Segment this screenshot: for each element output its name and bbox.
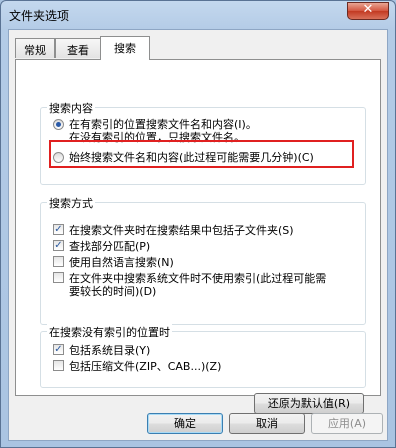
ok-button[interactable]: 确定 [147,413,223,434]
restore-defaults-button[interactable]: 还原为默认值(R) [254,393,364,414]
tab-general[interactable]: 常规 [15,38,55,58]
red-highlight-box [49,140,354,168]
title-bar: 文件夹选项 ✕ [1,1,395,29]
group-label: 在搜索没有索引的位置时 [47,324,172,340]
checkbox-compressed-files-label: 包括压缩文件(ZIP、CAB...)(Z) [69,360,222,373]
folder-options-window: 文件夹选项 ✕ 常规 查看 搜索 搜索内容 在有索引的位置搜索文件名和内容(I)… [0,0,396,448]
apply-button[interactable]: 应用(A) [311,413,383,434]
dialog-client: 常规 查看 搜索 搜索内容 在有索引的位置搜索文件名和内容(I)。 在没有索引的… [8,29,388,441]
checkbox-compressed-files[interactable] [53,360,64,371]
checkbox-partial-match-label: 查找部分匹配(P) [69,240,151,253]
checkbox-include-subfolders-label: 在搜索文件夹时在搜索结果中包括子文件夹(S) [69,224,294,237]
checkbox-system-dirs-label: 包括系统目录(Y) [69,344,151,357]
close-icon: ✕ [362,2,374,17]
cancel-button[interactable]: 取消 [229,413,305,434]
radio-selected-dot [56,122,61,127]
checkbox-natural-language-label: 使用自然语言搜索(N) [69,256,174,269]
checkbox-no-index-label-line2: 要较长的时间)(D) [69,285,157,298]
search-tab-panel: 搜索内容 在有索引的位置搜索文件名和内容(I)。 在没有索引的位置，只搜索文件名… [15,59,381,414]
group-label: 搜索方式 [47,195,95,211]
radio-indexed[interactable] [53,119,64,130]
checkbox-no-index-system-files[interactable] [53,272,64,283]
search-mode-group: 搜索方式 ✓ 在搜索文件夹时在搜索结果中包括子文件夹(S) ✓ 查找部分匹配(P… [40,195,366,325]
tab-search[interactable]: 搜索 [100,36,150,60]
checkbox-natural-language[interactable] [53,256,64,267]
tab-view[interactable]: 查看 [55,38,101,58]
window-title: 文件夹选项 [9,9,70,23]
checkbox-partial-match[interactable]: ✓ [53,240,64,251]
close-button[interactable]: ✕ [347,2,389,20]
checkbox-system-dirs[interactable]: ✓ [53,344,64,355]
group-label: 搜索内容 [47,100,95,116]
checkbox-include-subfolders[interactable]: ✓ [53,224,64,235]
non-indexed-group: 在搜索没有索引的位置时 ✓ 包括系统目录(Y) 包括压缩文件(ZIP、CAB..… [40,324,366,388]
